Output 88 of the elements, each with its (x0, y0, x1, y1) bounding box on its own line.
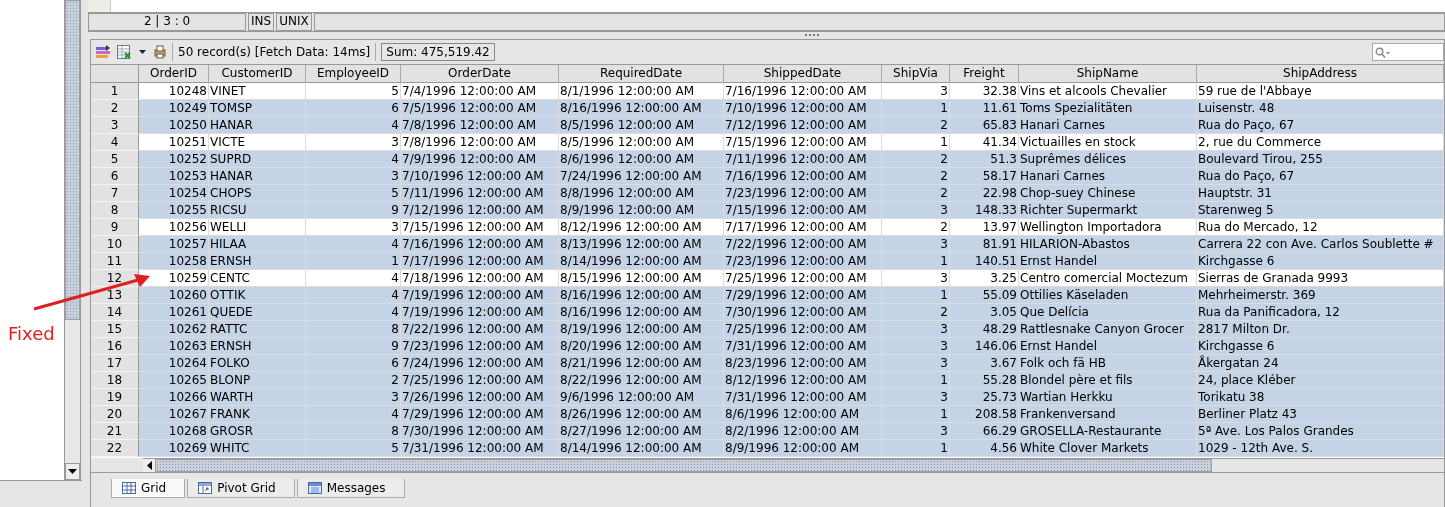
print-icon[interactable] (153, 45, 167, 59)
column-header[interactable]: OrderDate (401, 65, 559, 83)
search-field[interactable] (1372, 43, 1444, 61)
row-number[interactable]: 20 (91, 406, 139, 423)
cursor-position: 2 | 3 : 0 (88, 13, 246, 31)
table-row[interactable]: 14 10261 QUEDE 4 7/19/1996 12:00:00 AM 8/16/1996 12:00:00 AM 7/30/1996 12:00:00 AM 2 3.05 Que Delícia Rua da Panificadora, 12 (91, 304, 1444, 321)
table-cell: 8/9/1996 12:00:00 AM (724, 440, 882, 457)
table-cell: 1 (882, 440, 950, 457)
list-window-icon (307, 482, 322, 494)
row-number[interactable]: 3 (91, 117, 139, 134)
table-cell: 10269 (139, 440, 209, 457)
table-row[interactable]: 5 10252 SUPRD 4 7/9/1996 12:00:00 AM 8/6/1996 12:00:00 AM 7/11/1996 12:00:00 AM 2 51.3 Suprêmes délices Boulevard Tirou, 255 (91, 151, 1444, 168)
search-icon (1375, 46, 1391, 58)
row-number[interactable]: 11 (91, 253, 139, 270)
table-row[interactable]: 21 10268 GROSR 8 7/30/1996 12:00:00 AM 8/27/1996 12:00:00 AM 8/2/1996 12:00:00 AM 3 66.29 GROSELLA-Restaurante 5ª Ave. Los Palos Grandes (91, 423, 1444, 440)
table-row[interactable]: 6 10253 HANAR 3 7/10/1996 12:00:00 AM 7/24/1996 12:00:00 AM 7/16/1996 12:00:00 AM 2 58.17 Hanari Carnes Rua do Paço, 67 (91, 168, 1444, 185)
scrollbar-thumb[interactable] (65, 0, 80, 320)
table-row[interactable]: 16 10263 ERNSH 9 7/23/1996 12:00:00 AM 8/20/1996 12:00:00 AM 7/31/1996 12:00:00 AM 3 146.06 Ernst Handel Kirchgasse 6 (91, 338, 1444, 355)
table-cell: 1029 - 12th Ave. S. (1197, 440, 1444, 457)
table-row[interactable]: 19 10266 WARTH 3 7/26/1996 12:00:00 AM 9/6/1996 12:00:00 AM 7/31/1996 12:00:00 AM 3 25.73 Wartian Herkku Torikatu 38 (91, 389, 1444, 406)
row-number[interactable]: 22 (91, 440, 139, 457)
table-row[interactable]: 3 10250 HANAR 4 7/8/1996 12:00:00 AM 8/5/1996 12:00:00 AM 7/12/1996 12:00:00 AM 2 65.83 Hanari Carnes Rua do Paço, 67 (91, 117, 1444, 134)
row-number[interactable]: 18 (91, 372, 139, 389)
line-ending: UNIX (276, 13, 312, 31)
row-number[interactable]: 14 (91, 304, 139, 321)
table-row[interactable]: 13 10260 OTTIK 4 7/19/1996 12:00:00 AM 8/16/1996 12:00:00 AM 7/29/1996 12:00:00 AM 1 55.09 Ottilies Käseladen Mehrheimerstr. 369 (91, 287, 1444, 304)
table-cell: 5 (306, 440, 401, 457)
scroll-left-button[interactable] (143, 459, 155, 472)
tab[interactable]: Messages (296, 479, 405, 498)
splitter-grip-icon[interactable] (804, 34, 819, 37)
table-cell: 7/31/1996 12:00:00 AM (401, 440, 559, 457)
column-header[interactable]: EmployeeID (306, 65, 401, 83)
row-number[interactable]: 2 (91, 100, 139, 117)
table-row[interactable]: 12 10259 CENTC 4 7/18/1996 12:00:00 AM 8/15/1996 12:00:00 AM 7/25/1996 12:00:00 AM 3 3.25 Centro comercial Moctezum Sierras de Granada 9993 (91, 270, 1444, 287)
tab[interactable]: Grid (111, 479, 186, 498)
column-header[interactable]: Freight (950, 65, 1019, 83)
tab[interactable]: Pivot Grid (187, 479, 295, 498)
caret-icon[interactable] (139, 50, 146, 54)
table-cell: 8/14/1996 12:00:00 AM (559, 440, 724, 457)
table-row[interactable]: 7 10254 CHOPS 5 7/11/1996 12:00:00 AM 8/8/1996 12:00:00 AM 7/23/1996 12:00:00 AM 2 22.98 Chop-suey Chinese Hauptstr. 31 (91, 185, 1444, 202)
table-row[interactable]: 22 10269 WHITC 5 7/31/1996 12:00:00 AM 8/14/1996 12:00:00 AM 8/9/1996 12:00:00 AM 1 4.56 White Clover Markets 1029 - 12th Ave. S. (91, 440, 1444, 457)
grid-icon (122, 482, 136, 494)
table-row[interactable]: 17 10264 FOLKO 6 7/24/1996 12:00:00 AM 8/21/1996 12:00:00 AM 8/23/1996 12:00:00 AM 3 3.67 Folk och fä HB Åkergatan 24 (91, 355, 1444, 372)
column-header[interactable]: ShipVia (882, 65, 950, 83)
table-row[interactable]: 8 10255 RICSU 9 7/12/1996 12:00:00 AM 8/9/1996 12:00:00 AM 7/15/1996 12:00:00 AM 3 148.33 Richter Supermarkt Starenweg 5 (91, 202, 1444, 219)
row-number[interactable]: 1 (91, 83, 139, 100)
left-arrow-icon (146, 461, 152, 470)
row-number[interactable]: 6 (91, 168, 139, 185)
column-header[interactable]: OrderID (139, 65, 209, 83)
row-number[interactable]: 10 (91, 236, 139, 253)
column-header[interactable]: ShippedDate (724, 65, 882, 83)
row-number[interactable]: 13 (91, 287, 139, 304)
table-row[interactable]: 4 10251 VICTE 3 7/8/1996 12:00:00 AM 8/5/1996 12:00:00 AM 7/15/1996 12:00:00 AM 1 41.34 Victuailles en stock 2, rue du Commerce (91, 134, 1444, 151)
row-number[interactable]: 5 (91, 151, 139, 168)
column-header[interactable]: RequiredDate (559, 65, 724, 83)
table-row[interactable]: 11 10258 ERNSH 1 7/17/1996 12:00:00 AM 8/14/1996 12:00:00 AM 7/23/1996 12:00:00 AM 1 140.51 Ernst Handel Kirchgasse 6 (91, 253, 1444, 270)
insert-mode: INS (248, 13, 275, 31)
table-cell: 4.56 (950, 440, 1019, 457)
column-header[interactable]: ShipName (1019, 65, 1197, 83)
row-number[interactable]: 19 (91, 389, 139, 406)
table-cell: White Clover Markets (1019, 440, 1197, 457)
row-number[interactable]: 4 (91, 134, 139, 151)
table-row[interactable]: 10 10257 HILAA 4 7/16/1996 12:00:00 AM 8/13/1996 12:00:00 AM 7/22/1996 12:00:00 AM 3 81.91 HILARION-Abastos Carrera 22 con Ave. Carlos Soublette # (91, 236, 1444, 253)
scroll-down-button[interactable] (65, 463, 80, 480)
spreadsheet-icon[interactable] (116, 44, 132, 60)
row-number[interactable]: 15 (91, 321, 139, 338)
table-row[interactable]: 9 10256 WELLI 3 7/15/1996 12:00:00 AM 8/12/1996 12:00:00 AM 7/17/1996 12:00:00 AM 2 13.97 Wellington Importadora Rua do Mercado, 12 (91, 219, 1444, 236)
row-number[interactable]: 8 (91, 202, 139, 219)
down-arrow-icon (68, 469, 77, 474)
column-header[interactable]: CustomerID (209, 65, 306, 83)
row-number[interactable]: 7 (91, 185, 139, 202)
row-number[interactable]: 16 (91, 338, 139, 355)
table-row[interactable]: 18 10265 BLONP 2 7/25/1996 12:00:00 AM 8/22/1996 12:00:00 AM 8/12/1996 12:00:00 AM 1 55.28 Blondel père et fils 24, place Kléber (91, 372, 1444, 389)
row-number[interactable]: 17 (91, 355, 139, 372)
column-header[interactable]: ShipAddress (1197, 65, 1444, 83)
table-cell: WHITC (209, 440, 306, 457)
row-number[interactable]: 9 (91, 219, 139, 236)
bars-icon[interactable] (95, 44, 111, 60)
table-row[interactable]: 20 10267 FRANK 4 7/29/1996 12:00:00 AM 8/26/1996 12:00:00 AM 8/6/1996 12:00:00 AM 1 208.58 Frankenversand Berliner Platz 43 (91, 406, 1444, 423)
annotation-label: Fixed (8, 323, 55, 344)
row-number[interactable]: 21 (91, 423, 139, 440)
table-row[interactable]: 1 10248 VINET 5 7/4/1996 12:00:00 AM 8/1/1996 12:00:00 AM 7/16/1996 12:00:00 AM 3 32.38 Vins et alcools Chevalier 59 rue de l'Abbaye (91, 83, 1444, 100)
scrollbar-thumb[interactable] (155, 459, 1212, 472)
table-row[interactable]: 15 10262 RATTC 8 7/22/1996 12:00:00 AM 8/19/1996 12:00:00 AM 7/25/1996 12:00:00 AM 3 48.29 Rattlesnake Canyon Grocer 2817 Milton Dr. (91, 321, 1444, 338)
record-count: 50 record(s) [Fetch Data: 14ms] (178, 45, 371, 59)
sum-label: Sum: 475,519.42 (381, 43, 495, 61)
pivot-table-icon (198, 482, 213, 494)
table-row[interactable]: 2 10249 TOMSP 6 7/5/1996 12:00:00 AM 8/16/1996 12:00:00 AM 7/10/1996 12:00:00 AM 1 11.61 Toms Spezialitäten Luisenstr. 48 (91, 100, 1444, 117)
